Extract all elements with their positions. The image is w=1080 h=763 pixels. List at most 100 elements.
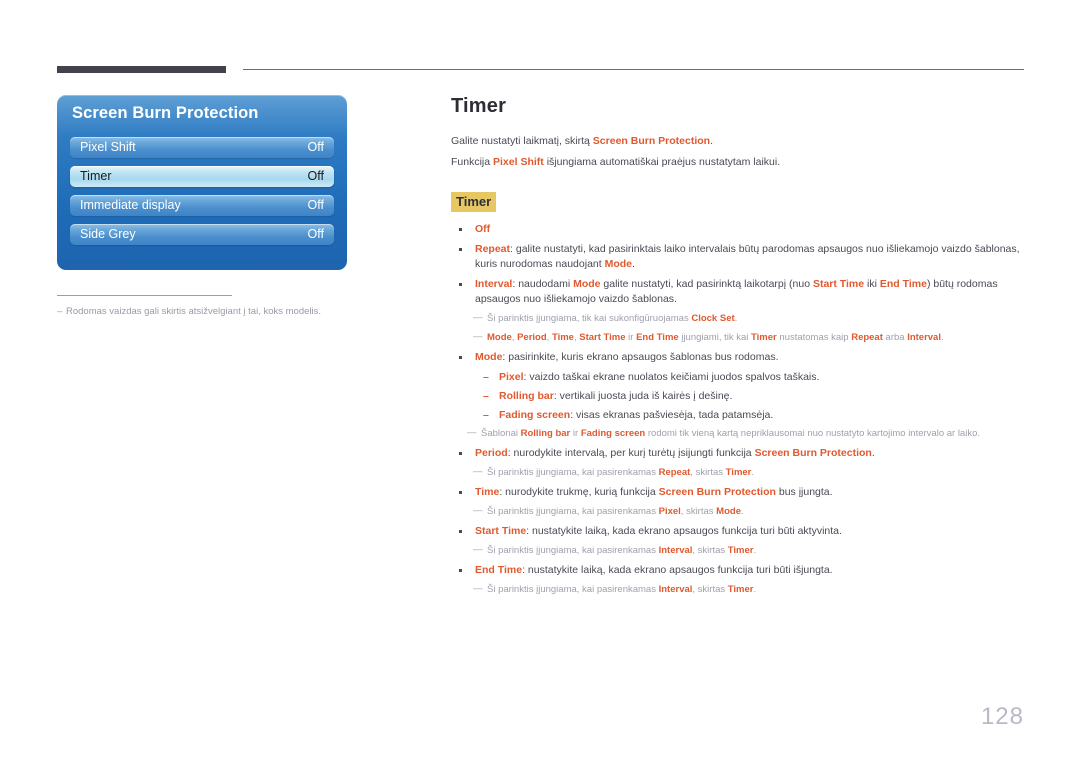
option-note-text: , skirtas [680,506,717,517]
option-note-text: nustatomas kaip [776,332,852,343]
osd-row-timer[interactable]: Timer Off [70,166,334,187]
option-sub-bullet: – Fading screen: visas ekranas pašviesėja… [475,408,1026,423]
option-text: bus įjungta. [775,486,833,498]
option-text: : nustatykite laiką, kada ekrano apsaugo… [526,525,842,537]
option-bullet: Time: nurodykite trukmę, kurią funkcija … [451,485,1026,500]
option-note: — Ši parinktis įjungiama, kai pasirenkama… [451,583,1026,597]
osd-row-side-grey[interactable]: Side Grey Off [70,224,334,245]
osd-row-label: Side Grey [80,227,136,241]
option-note-text: . [753,584,757,595]
option-note-text: , skirtas [692,584,728,595]
option-note-text: . [734,313,738,324]
header-thin-rule [243,69,1024,70]
intro-paragraphs: Galite nustatyti laikmatį, skirtą Screen… [451,134,1026,170]
option-emphasis: Time [551,332,574,343]
option-emphasis: Start Time [475,525,527,537]
osd-row-value: Off [307,169,324,183]
footnote-divider [57,295,232,296]
option-text: : naudodami [512,278,574,290]
option-emphasis: Mode [573,278,601,290]
footnote-text: Rodomas vaizdas gali skirtis atsižvelgia… [66,306,322,317]
option-emphasis: End Time [475,564,523,576]
option-note-text: . [751,467,755,478]
option-bullet: Repeat: galite nustatyti, kad pasirinkta… [451,242,1026,272]
option-emphasis: Period [475,447,508,459]
option-text: . [871,447,875,459]
note-dash-icon: — [473,312,483,323]
option-note: — Ši parinktis įjungiama, tik kai sukonfi… [451,312,1026,326]
option-note-text: . [940,332,944,343]
bullet-marker-icon [459,530,462,533]
page-header-rules [0,0,1080,73]
option-emphasis: Interval [475,278,513,290]
option-note-text: Ši parinktis įjungiama, kai pasirenkamas [487,467,659,478]
option-bullet: Interval: naudodami Mode galite nustatyt… [451,277,1026,307]
option-emphasis: Repeat [475,243,511,255]
page-number: 128 [980,703,1024,730]
osd-row-immediate-display[interactable]: Immediate display Off [70,195,334,216]
option-emphasis: Repeat [658,467,691,478]
page-title: Timer [451,95,507,117]
option-note-text: arba [882,332,908,343]
option-list: Off Repeat: galite nustatyti, kad pasirin… [451,222,1026,597]
option-note-text: , skirtas [690,467,726,478]
osd-row-value: Off [307,198,324,212]
option-sub-bullet: – Pixel: vaizdo taškai ekrane nuolatos ke… [475,370,1026,385]
option-emphasis: Timer [725,467,752,478]
option-emphasis: Timer [751,332,777,343]
osd-row-label: Timer [80,169,112,183]
option-text: : pasirinkite, kuris ekrano apsaugos šab… [502,351,779,363]
option-text: iki [864,278,880,290]
option-text: : visas ekranas pašviesėja, tada patamsė… [570,409,774,421]
dash-marker-icon: – [483,390,489,402]
note-dash-icon: — [473,505,483,516]
option-note-text: ir [625,332,637,343]
option-emphasis: Clock Set [691,313,735,324]
intro-paragraph: Galite nustatyti laikmatį, skirtą Screen… [451,134,1026,149]
bullet-marker-icon [459,569,462,572]
option-text: : galite nustatyti, kad pasirinktais lai… [475,243,1020,270]
option-emphasis: Interval [658,545,693,556]
option-note-text: ir [570,428,581,439]
option-text: . [632,258,635,270]
section-subheading: Timer [451,192,497,212]
option-text: : nurodykite intervalą, per kurį turėtų … [507,447,755,459]
option-text: galite nustatyti, kad pasirinktą laikota… [600,278,813,290]
bullet-marker-icon [459,228,462,231]
option-emphasis: Fading screen [580,428,646,439]
option-emphasis: Interval [907,332,941,343]
footnote-dash-icon: – [57,306,63,317]
bullet-marker-icon [459,248,462,251]
option-note-text: Ši parinktis įjungiama, kai pasirenkamas [487,584,659,595]
option-note: — Šablonai Rolling bar ir Fading screen r… [451,427,1026,441]
intro-paragraph: Funkcija Pixel Shift išjungiama automati… [451,155,1026,170]
option-emphasis: Mode [716,506,741,517]
option-bullet: Off [451,222,1026,237]
intro-text: . [710,135,713,147]
option-note-text: įjungiami, tik kai [678,332,752,343]
option-emphasis: Screen Burn Protection [658,486,776,498]
intro-emphasis: Pixel Shift [493,156,544,168]
osd-row-label: Pixel Shift [80,140,136,154]
option-note-text: . [740,506,744,517]
option-emphasis: Mode [604,258,633,270]
option-bullet: Mode: pasirinkite, kuris ekrano apsaugos… [451,350,1026,365]
option-note: — Mode, Period, Time, Start Time ir End T… [451,331,1026,345]
note-dash-icon: — [473,331,483,342]
bullet-marker-icon [459,452,462,455]
osd-footnote: – Rodomas vaizdas gali skirtis atsižvelgi… [57,305,357,319]
option-note-text: . [753,545,757,556]
option-emphasis: Pixel [658,506,681,517]
note-dash-icon: — [473,544,483,555]
option-emphasis: Fading screen [499,409,571,421]
bullet-marker-icon [459,491,462,494]
osd-row-pixel-shift[interactable]: Pixel Shift Off [70,137,334,158]
option-sub-bullet: – Rolling bar: vertikali juosta juda iš k… [475,389,1026,404]
option-emphasis: Interval [658,584,693,595]
option-bullet: Start Time: nustatykite laiką, kada ekra… [451,524,1026,539]
option-emphasis: Rolling bar [499,390,554,402]
note-dash-icon: — [473,583,483,594]
option-emphasis: End Time [636,332,679,343]
option-note-text: Ši parinktis įjungiama, tik kai sukonfig… [487,313,692,324]
option-emphasis: Start Time [579,332,626,343]
